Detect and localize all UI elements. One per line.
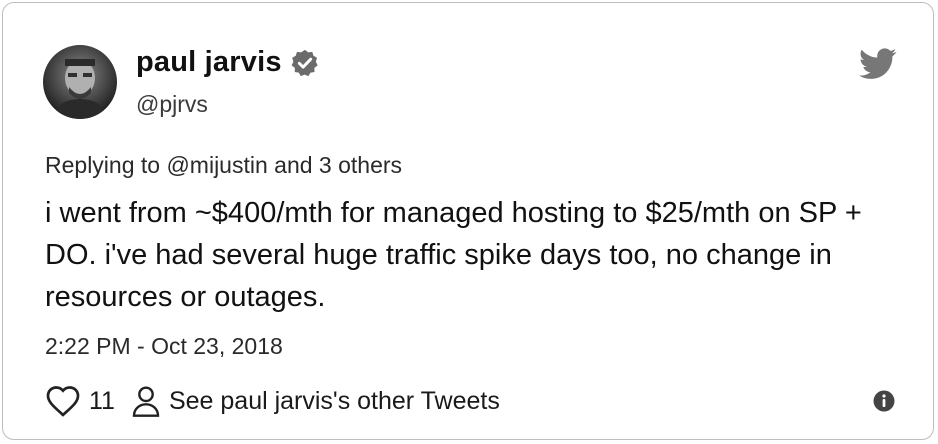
author-handle[interactable]: @pjrvs xyxy=(136,91,208,118)
person-icon[interactable] xyxy=(131,385,161,417)
replying-to[interactable]: Replying to @mijustin and 3 others xyxy=(45,152,402,179)
heart-icon[interactable] xyxy=(45,384,81,418)
other-tweets-link[interactable]: See paul jarvis's other Tweets xyxy=(169,387,500,416)
like-count[interactable]: 11 xyxy=(89,387,115,416)
tweet-actions: 11 See paul jarvis's other Tweets xyxy=(45,383,500,419)
avatar[interactable] xyxy=(43,45,117,119)
info-icon[interactable] xyxy=(872,389,896,413)
verified-badge-icon xyxy=(291,49,318,76)
author-name-row[interactable]: paul jarvis xyxy=(136,46,320,79)
tweet-text: i went from ~$400/mth for managed hostin… xyxy=(45,197,862,313)
twitter-bird-icon[interactable] xyxy=(859,47,897,81)
author-name[interactable]: paul jarvis xyxy=(136,46,282,79)
tweet-timestamp[interactable]: 2:22 PM - Oct 23, 2018 xyxy=(45,333,283,360)
tweet-card: paul jarvis @pjrvs Replying to @mijustin… xyxy=(2,2,934,440)
